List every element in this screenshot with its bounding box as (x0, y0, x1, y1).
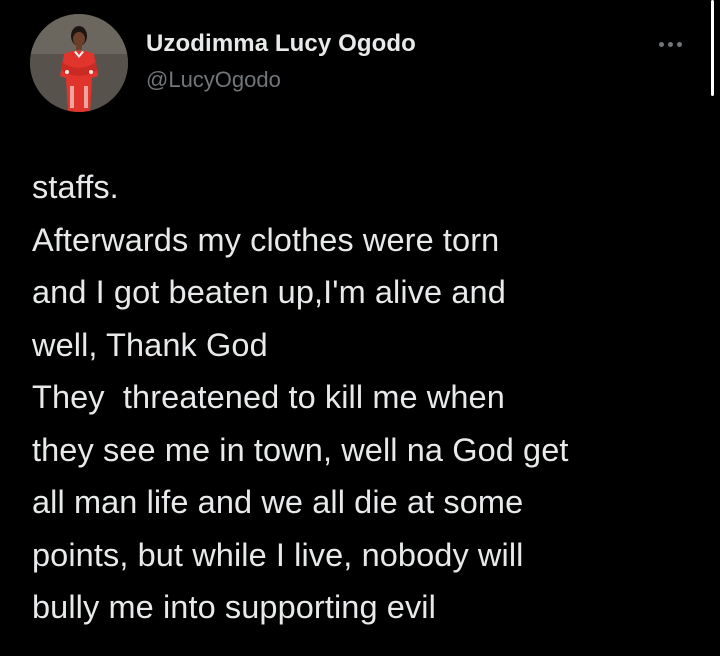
tweet-text-line: bully me into supporting evil (32, 589, 436, 625)
author-avatar[interactable] (30, 14, 128, 112)
tweet-card: Uzodimma Lucy Ogodo @LucyOgodo staffs. A… (0, 0, 720, 656)
tweet-text-line: points, but while I live, nobody will (32, 536, 524, 573)
tweet-text-line: all man life and we all die at some (32, 484, 524, 520)
tweet-text-line: and I got beaten up,I'm alive and (32, 274, 506, 310)
more-options-button[interactable] (652, 30, 688, 58)
tweet-text-line: They threatened to kill me when (32, 379, 505, 415)
author-handle[interactable]: @LucyOgodo (146, 67, 281, 93)
author-display-name[interactable]: Uzodimma Lucy Ogodo (146, 30, 416, 58)
tweet-text-line: Afterwards my clothes were torn (32, 221, 500, 258)
avatar-photo-icon (30, 14, 128, 112)
tweet-text-line: well, Thank God (32, 326, 268, 363)
more-dot-icon (676, 41, 682, 47)
tweet-text: staffs. Afterwards my clothes were torn … (32, 161, 702, 634)
tweet-text-line: staffs. (32, 169, 119, 205)
more-dot-icon (658, 41, 664, 47)
scrollbar[interactable] (711, 0, 714, 96)
more-dot-icon (667, 41, 673, 47)
tweet-text-line: they see me in town, well na God get (32, 431, 569, 468)
